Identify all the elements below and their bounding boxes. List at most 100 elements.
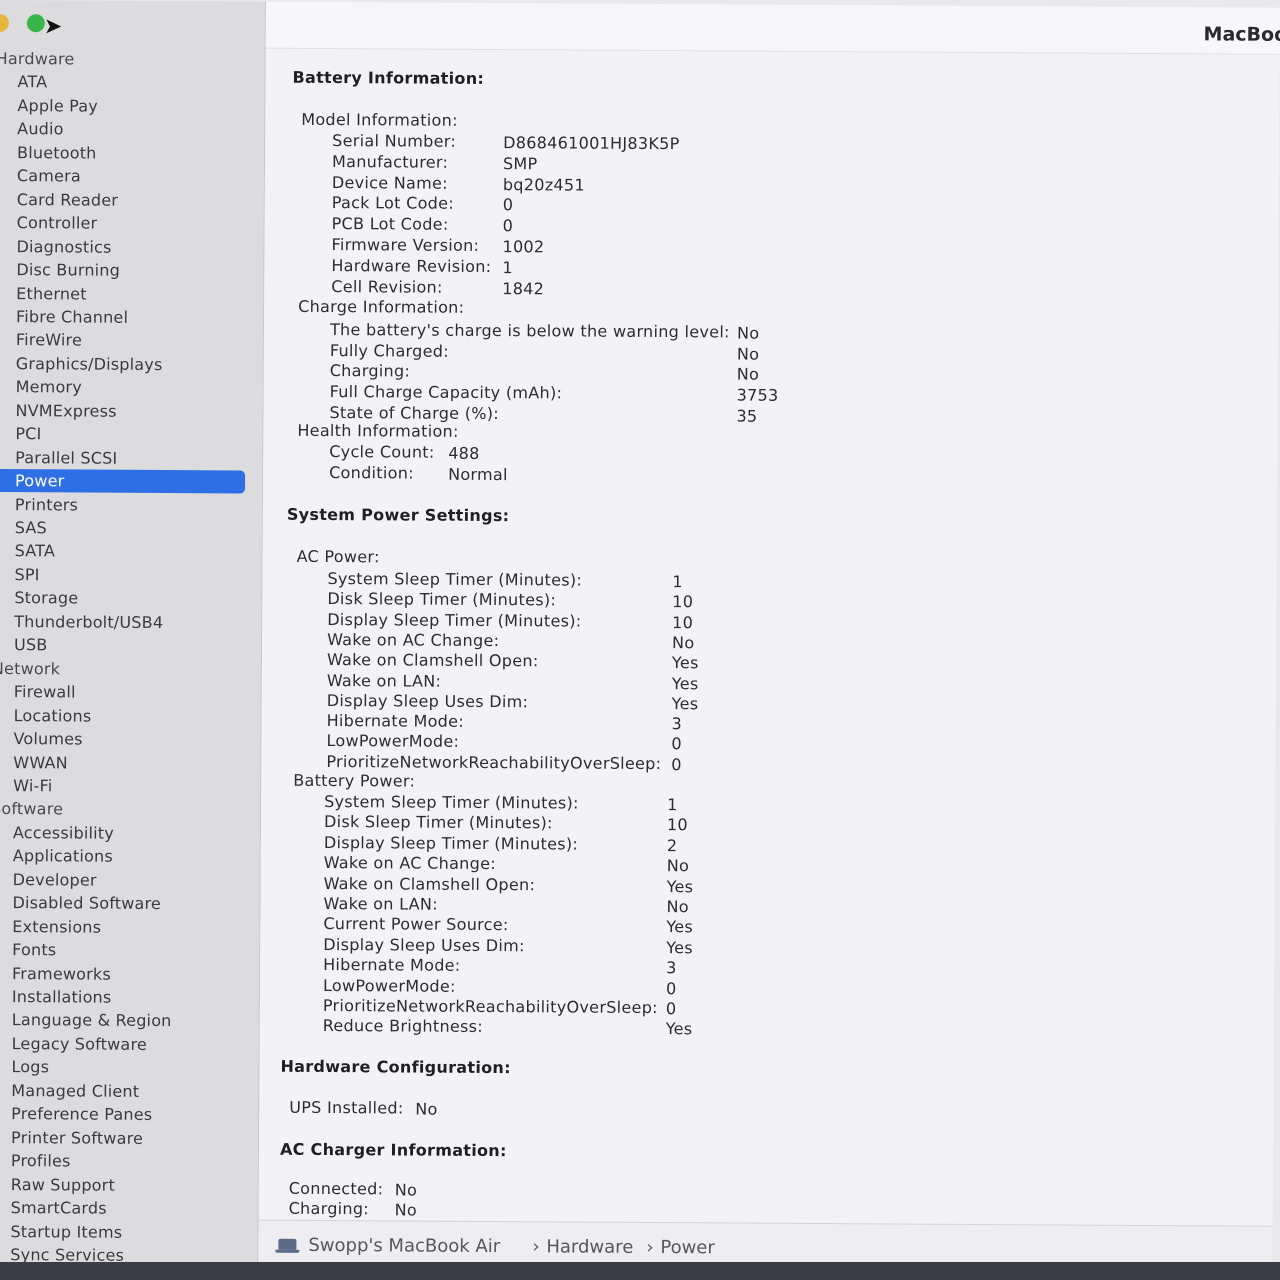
ac-power-value: Yes	[671, 674, 699, 694]
sidebar-item-logs[interactable]: Logs	[11, 1055, 49, 1078]
sidebar-item-volumes[interactable]: Volumes	[13, 727, 82, 750]
sidebar-item-applications[interactable]: Applications	[13, 844, 113, 868]
ac-power-value: 10	[672, 592, 694, 612]
model-info-value: bq20z451	[502, 175, 585, 195]
sidebar-item-developer[interactable]: Developer	[13, 868, 97, 892]
battery-power-value: 0	[665, 979, 677, 999]
model-info-value: 1002	[502, 237, 545, 257]
sidebar-item-ata[interactable]: ATA	[17, 70, 47, 93]
sidebar-section-network[interactable]: Network	[0, 657, 60, 680]
sidebar-item-smartcards[interactable]: SmartCards	[11, 1196, 107, 1220]
sidebar-item-storage[interactable]: Storage	[14, 586, 78, 609]
sidebar-item-controller[interactable]: Controller	[17, 211, 98, 234]
model-info-label: Manufacturer:	[331, 152, 449, 172]
battery-power-value: No	[666, 856, 690, 876]
sidebar-item-installations[interactable]: Installations	[12, 985, 112, 1009]
charge-info-value: 3753	[736, 385, 779, 405]
sidebar-item-printers[interactable]: Printers	[15, 493, 78, 516]
zoom-button[interactable]	[26, 14, 45, 33]
sidebar-item-pci[interactable]: PCI	[15, 422, 41, 445]
battery-power-value: 1	[667, 795, 678, 815]
model-info-value: 1	[502, 258, 513, 278]
ac-power-label: Wake on Clamshell Open:	[326, 650, 539, 671]
sidebar-item-apple-pay[interactable]: Apple Pay	[17, 94, 98, 117]
sidebar-item-sas[interactable]: SAS	[15, 516, 47, 539]
sidebar-item-parallel-scsi[interactable]: Parallel SCSI	[15, 446, 117, 470]
charge-info-value: No	[736, 344, 760, 364]
ac-power-value: 10	[672, 613, 694, 633]
battery-power-label: Wake on Clamshell Open:	[323, 873, 536, 895]
battery-power-value: Yes	[665, 1019, 693, 1039]
battery-power-label: Reduce Brightness:	[322, 1015, 484, 1036]
sidebar-item-memory[interactable]: Memory	[16, 375, 82, 398]
hardware-configuration-heading: Hardware Configuration:	[280, 1056, 511, 1078]
charge-info-label: State of Charge (%):	[329, 403, 500, 424]
battery-power-value: 2	[666, 836, 678, 856]
sidebar-item-thunderbolt-usb4[interactable]: Thunderbolt/USB4	[14, 610, 163, 634]
health-information-heading: Health Information:	[297, 420, 459, 441]
ups-installed-label: UPS Installed:	[289, 1097, 404, 1118]
sidebar-item-power[interactable]: Power	[0, 468, 246, 494]
sidebar-item-card-reader[interactable]: Card Reader	[17, 188, 118, 212]
sidebar-item-profiles[interactable]: Profiles	[11, 1149, 71, 1172]
model-information-heading: Model Information:	[301, 109, 458, 130]
sidebar-item-firewall[interactable]: Firewall	[14, 680, 76, 703]
sidebar-item-legacy-software[interactable]: Legacy Software	[12, 1032, 147, 1056]
health-info-label: Condition:	[329, 463, 414, 483]
window-title: MacBook	[1203, 23, 1280, 46]
sidebar-item-disabled-software[interactable]: Disabled Software	[12, 891, 161, 915]
sidebar-item-audio[interactable]: Audio	[17, 117, 64, 140]
model-info-label: PCB Lot Code:	[331, 214, 449, 234]
sidebar-item-wi-fi[interactable]: Wi-Fi	[13, 774, 52, 797]
sidebar-item-diagnostics[interactable]: Diagnostics	[16, 235, 111, 259]
battery-power-value: Yes	[666, 938, 694, 958]
battery-power-label: Hibernate Mode:	[323, 954, 461, 975]
sidebar-item-usb[interactable]: USB	[14, 633, 48, 656]
ac-charger-value: No	[394, 1180, 418, 1200]
sidebar-item-frameworks[interactable]: Frameworks	[12, 962, 111, 986]
sidebar-item-fonts[interactable]: Fonts	[12, 938, 56, 961]
model-info-value: 0	[502, 195, 514, 215]
path-computer[interactable]: Swopp's MacBook Air	[308, 1235, 500, 1257]
sidebar-item-fibre-channel[interactable]: Fibre Channel	[16, 305, 128, 329]
sidebar-item-firewire[interactable]: FireWire	[16, 328, 82, 351]
sidebar-item-spi[interactable]: SPI	[14, 563, 39, 586]
main-content: MacBook Battery Information: Model Infor…	[258, 1, 1280, 1271]
sidebar: ➤ Hardware ATA Apple Pay Audio Bluetooth Came…	[0, 0, 266, 1264]
ac-power-value: No	[672, 633, 695, 653]
sidebar-section-hardware[interactable]: Hardware	[0, 47, 75, 70]
minimize-button[interactable]	[0, 13, 9, 33]
charge-info-value: 35	[736, 406, 758, 426]
ac-power-label: Display Sleep Timer (Minutes):	[327, 610, 582, 631]
mouse-cursor-icon: ➤	[43, 14, 63, 40]
sidebar-item-managed-client[interactable]: Managed Client	[11, 1079, 139, 1103]
path-power[interactable]: Power	[660, 1237, 715, 1258]
sidebar-item-printer-software[interactable]: Printer Software	[11, 1126, 143, 1150]
title-bar: MacBook	[265, 1, 1280, 55]
ac-charger-information-heading: AC Charger Information:	[279, 1139, 507, 1161]
battery-power-value: 0	[665, 999, 677, 1019]
sidebar-item-sata[interactable]: SATA	[15, 539, 56, 562]
sidebar-item-graphics-displays[interactable]: Graphics/Displays	[16, 352, 163, 376]
sidebar-item-raw-support[interactable]: Raw Support	[11, 1173, 115, 1197]
sidebar-item-disc-burning[interactable]: Disc Burning	[16, 258, 120, 282]
model-info-value: D868461001HJ83K5P	[503, 133, 680, 154]
sidebar-item-bluetooth[interactable]: Bluetooth	[17, 141, 97, 164]
laptop-icon	[278, 1238, 297, 1250]
battery-power-label: System Sleep Timer (Minutes):	[324, 791, 579, 813]
sidebar-item-extensions[interactable]: Extensions	[12, 915, 101, 939]
sidebar-item-language-region[interactable]: Language & Region	[12, 1008, 172, 1032]
ac-power-label: Display Sleep Uses Dim:	[326, 691, 529, 712]
path-hardware[interactable]: Hardware	[546, 1236, 633, 1258]
sidebar-item-preference-panes[interactable]: Preference Panes	[11, 1102, 152, 1126]
sidebar-item-locations[interactable]: Locations	[14, 704, 92, 727]
sidebar-item-accessibility[interactable]: Accessibility	[13, 821, 114, 845]
sidebar-item-sync-services[interactable]: Sync Services	[10, 1243, 124, 1264]
sidebar-item-ethernet[interactable]: Ethernet	[16, 282, 87, 305]
sidebar-item-nvmexpress[interactable]: NVMExpress	[15, 399, 116, 423]
sidebar-item-startup-items[interactable]: Startup Items	[10, 1220, 122, 1244]
sidebar-item-wwan[interactable]: WWAN	[13, 751, 68, 774]
sidebar-section-software[interactable]: Software	[0, 797, 63, 820]
ac-power-value: 0	[671, 734, 683, 754]
sidebar-item-camera[interactable]: Camera	[17, 164, 81, 187]
